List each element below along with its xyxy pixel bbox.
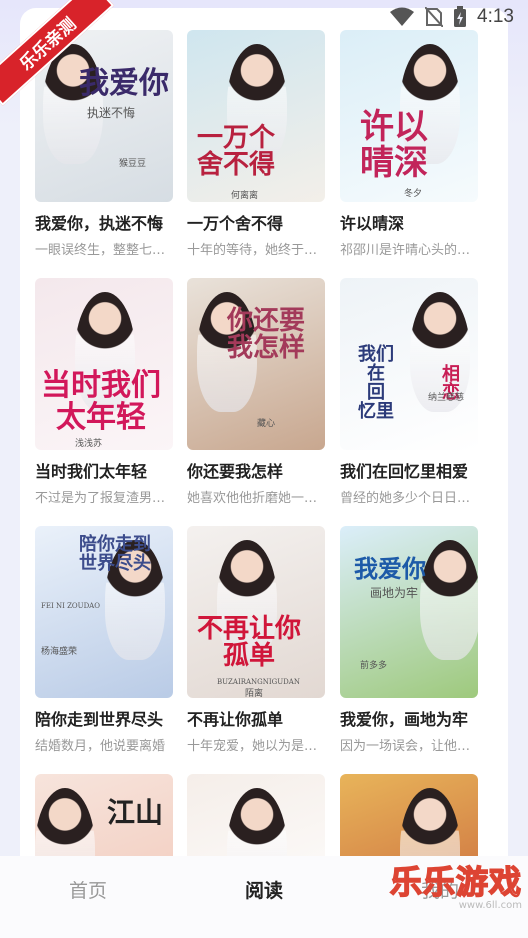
cover-author-text: 浅浅苏 [75,439,103,449]
cover-subtitle-text: 执迷不悔 [87,106,136,120]
site-watermark: 乐乐游戏 www.6ll.com [389,863,522,911]
book-list-card: 我爱你执迷不悔猴豆豆我爱你，执迷不悔一眼误终生，整整七年的时光一万个 舍不得何离… [20,8,508,888]
book-description: 十年宠爱，她以为是爱情 [187,739,327,754]
cover-author-text: 藏心 [257,419,276,429]
book-title[interactable]: 许以晴深 [340,210,480,234]
book-title[interactable]: 不再让你孤单 [187,706,327,730]
cover-title-text: 我爱你 [79,66,169,101]
book-cover[interactable]: 不再让你 孤单 BUZAIRANGNIGUDAN 陌离 [187,526,325,698]
book-item[interactable]: 你还要 我怎样藏心你还要我怎样她喜欢他他折磨她一辈子 [187,278,327,506]
tab-reading[interactable]: 阅读 [176,856,352,922]
book-cover[interactable]: 我们 在 回 忆里 相恋 纳兰慈慈 [340,278,478,450]
book-title[interactable]: 我爱你，执迷不悔 [35,210,175,234]
cover-title-text: 当时我们 太年轻 [41,368,161,435]
book-description: 结婚数月，他说要离婚 [35,739,166,754]
cover-author-text: 猴豆豆 [119,159,147,169]
book-cover[interactable]: 我爱你画地为牢前多多 [340,526,478,698]
book-description: 一眼误终生，整整七年的时光 [35,243,175,258]
book-item[interactable]: 我爱你执迷不悔猴豆豆我爱你，执迷不悔一眼误终生，整整七年的时光 [35,30,175,258]
book-description: 因为一场误会，让他们错过 [340,739,480,754]
book-title[interactable]: 我们在回忆里相爱 [340,458,480,482]
watermark-logo-text: 乐乐游戏 [389,863,522,901]
watermark-url: www.6ll.com [458,900,522,911]
cover-title-text: 许以 晴深 [360,107,428,183]
book-description: 祁邵川是许晴心头的一根刺 [340,243,480,258]
book-description: 她喜欢他他折磨她一辈子 [187,491,327,506]
battery-charging-icon [454,6,467,27]
book-title[interactable]: 我爱你，画地为牢 [340,706,480,730]
cover-subtitle-text: 画地为牢 [370,586,419,600]
book-cover[interactable]: 陪你走到 世界尽头 FEI NI ZOUDAO 杨海盛荣 [35,526,173,698]
cover-figure-illustration [420,540,478,660]
status-time: 4:13 [477,6,514,27]
cover-author-text: 陌离 [245,689,264,698]
no-sim-icon [425,7,444,27]
book-title[interactable]: 陪你走到世界尽头 [35,706,175,730]
cover-subtitle-text: FEI NI ZOUDAO [41,602,100,610]
cover-author-text: 杨海盛荣 [41,647,78,657]
book-item[interactable]: 我爱你画地为牢前多多我爱你，画地为牢因为一场误会，让他们错过 [340,526,480,754]
book-item[interactable]: 一万个 舍不得何离离一万个舍不得十年的等待，她终于等到了他 [187,30,327,258]
book-item[interactable]: 不再让你 孤单 BUZAIRANGNIGUDAN 陌离不再让你孤单十年宠爱，她以为是… [187,526,327,754]
book-item[interactable]: 当时我们 太年轻浅浅苏当时我们太年轻不过是为了报复渣男而已 [35,278,175,506]
book-item[interactable]: 我们 在 回 忆里 相恋 纳兰慈慈我们在回忆里相爱曾经的她多少个日日夜夜 [340,278,480,506]
cover-title-text: 我们 在 回 忆里 [358,344,394,422]
book-cover[interactable]: 当时我们 太年轻浅浅苏 [35,278,173,450]
cover-author-text: 冬夕 [404,189,423,199]
book-description: 不过是为了报复渣男而已 [35,491,175,506]
cover-title-text: 我爱你 [354,554,426,583]
cover-author-text: 纳兰慈慈 [428,393,465,403]
cover-author-text: 前多多 [360,661,388,671]
book-cover[interactable]: 一万个 舍不得何离离 [187,30,325,202]
book-title[interactable]: 当时我们太年轻 [35,458,175,482]
book-item[interactable]: 陪你走到 世界尽头 FEI NI ZOUDAO 杨海盛荣陪你走到世界尽头结婚数月，他… [35,526,173,754]
cover-title-text: 陪你走到 世界尽头 [79,534,151,574]
cover-title-text: 一万个 舍不得 [197,123,276,181]
wifi-icon [390,7,415,26]
cover-title-text: 你还要 我怎样 [227,306,306,364]
tab-home[interactable]: 首页 [0,856,176,922]
book-title[interactable]: 你还要我怎样 [187,458,327,482]
book-description: 曾经的她多少个日日夜夜 [340,491,480,506]
book-cover[interactable]: 你还要 我怎样 藏心 [187,278,325,450]
cover-author-text: 何离离 [231,191,259,201]
book-title[interactable]: 一万个舍不得 [187,210,327,234]
book-description: 十年的等待，她终于等到了他 [187,243,327,258]
cover-subtitle-text: BUZAIRANGNIGUDAN [217,678,300,686]
cover-title-text: 不再让你 孤单 [197,614,302,672]
book-item[interactable]: 许以 晴深冬夕许以晴深祁邵川是许晴心头的一根刺 [340,30,480,258]
book-cover[interactable]: 许以 晴深冬夕 [340,30,478,202]
cover-title-text: 江山 [107,796,164,829]
